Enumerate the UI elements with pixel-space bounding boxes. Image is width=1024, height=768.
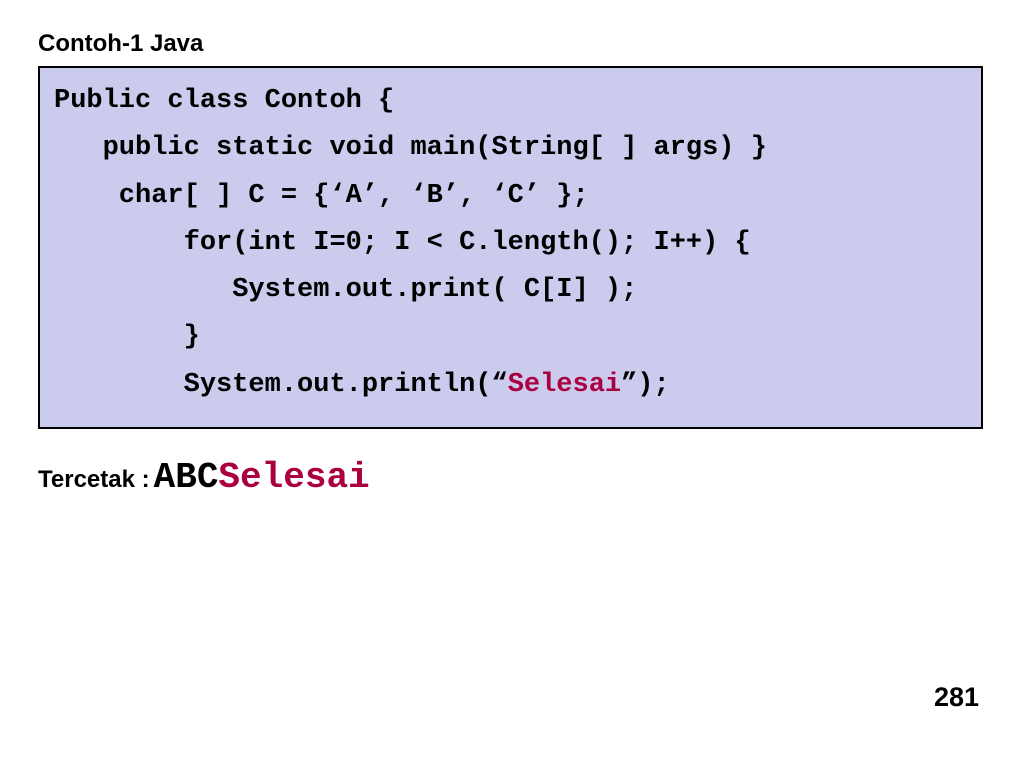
code-line-7-highlight: Selesai xyxy=(508,370,621,400)
code-line-4: for(int I=0; I < C.length(); I++) { xyxy=(54,220,967,267)
page-number: 281 xyxy=(934,682,979,713)
slide-title: Contoh-1 Java xyxy=(38,30,986,58)
code-line-1: Public class Contoh { xyxy=(54,78,967,125)
output-label: Tercetak : xyxy=(38,466,150,494)
output-abc: ABC xyxy=(154,457,219,498)
code-line-2: public static void main(String[ ] args) … xyxy=(54,125,967,172)
code-line-5: System.out.print( C[I] ); xyxy=(54,267,967,314)
output-row: Tercetak : ABCSelesai xyxy=(38,457,986,498)
code-line-7-suffix: ”); xyxy=(621,370,670,400)
code-line-7: System.out.println(“Selesai”); xyxy=(54,362,967,409)
code-line-3: char[ ] C = {‘A’, ‘B’, ‘C’ }; xyxy=(54,173,967,220)
code-box: Public class Contoh { public static void… xyxy=(38,66,983,429)
output-selesai: Selesai xyxy=(218,457,369,498)
code-line-6: } xyxy=(54,314,967,361)
code-line-7-prefix: System.out.println(“ xyxy=(54,370,508,400)
